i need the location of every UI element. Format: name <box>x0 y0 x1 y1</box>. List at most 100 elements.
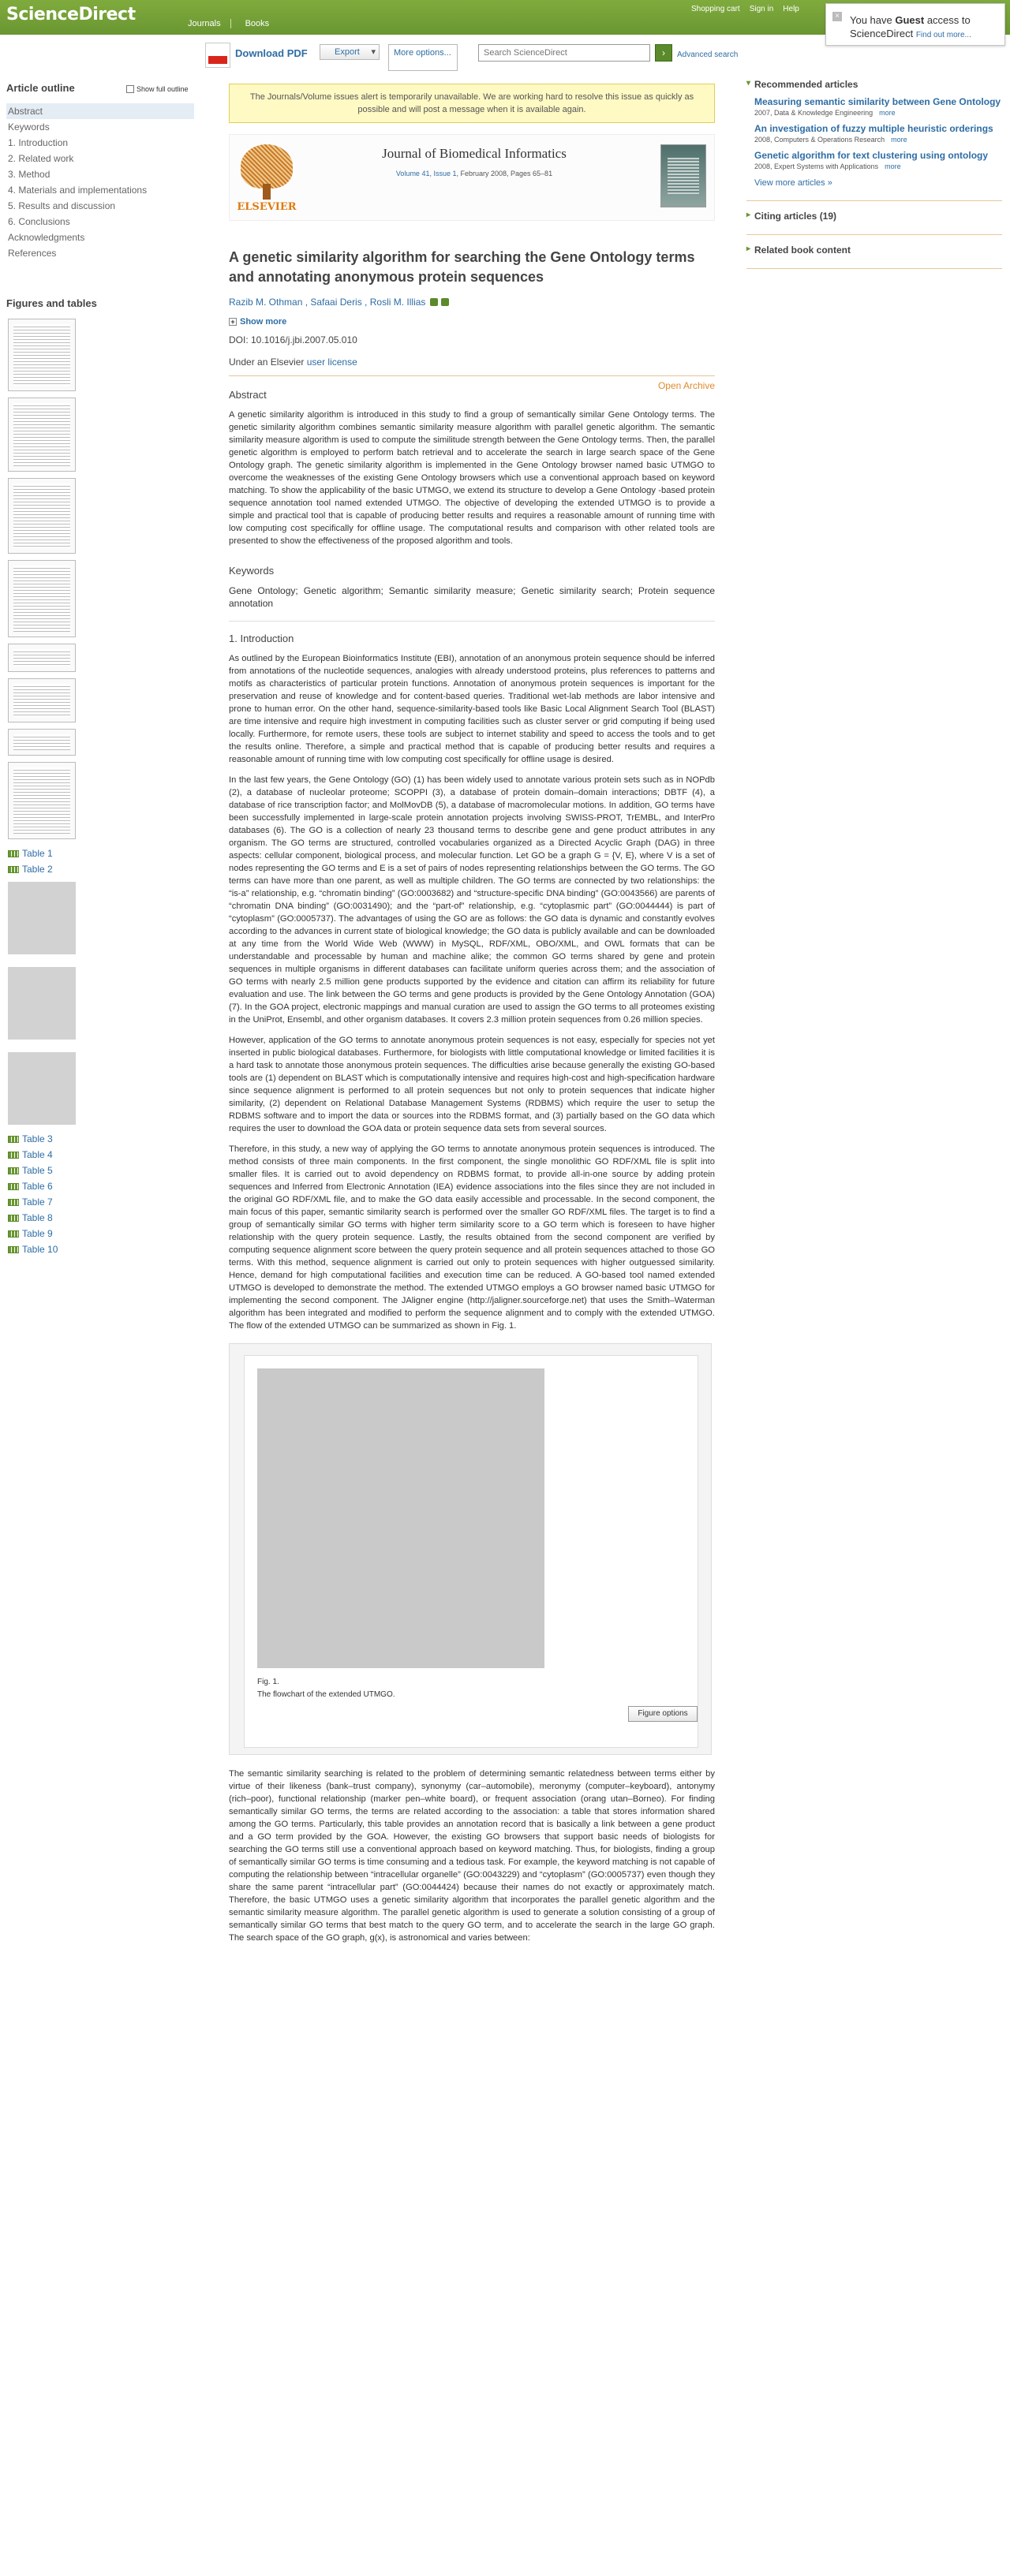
guest-access-notice: × You have Guest access to ScienceDirect… <box>825 3 1005 46</box>
help-link[interactable]: Help <box>783 5 799 13</box>
authors-text[interactable]: Razib M. Othman , Safaai Deris , Rosli M… <box>229 297 425 308</box>
journal-banner: ELSEVIER Journal of Biomedical Informati… <box>229 134 715 221</box>
table-icon <box>8 1246 19 1253</box>
figure-thumbnail[interactable] <box>8 319 76 391</box>
figure-options-button[interactable]: Figure options <box>628 1706 698 1722</box>
more-options-dropdown[interactable]: More options... <box>388 44 458 71</box>
figure-thumbnail[interactable] <box>8 1052 76 1125</box>
outline-item-keywords[interactable]: Keywords <box>6 119 194 135</box>
table-icon <box>8 866 19 873</box>
checkbox-icon[interactable] <box>126 85 134 93</box>
recommended-article: Measuring semantic similarity between Ge… <box>746 96 1002 117</box>
nav-books[interactable]: Books <box>244 19 279 28</box>
table-icon <box>8 1230 19 1238</box>
recommended-article-title[interactable]: Measuring semantic similarity between Ge… <box>754 96 1002 107</box>
table-icon <box>8 850 19 857</box>
table-link[interactable]: Table 3 <box>6 1131 194 1147</box>
outline-item-conclusions[interactable]: 6. Conclusions <box>6 214 194 230</box>
doi-text[interactable]: DOI: 10.1016/j.jbi.2007.05.010 <box>229 334 715 345</box>
table-link[interactable]: Table 9 <box>6 1226 194 1241</box>
find-out-more-link[interactable]: Find out more... <box>916 31 971 39</box>
author-list: Razib M. Othman , Safaai Deris , Rosli M… <box>229 297 715 308</box>
journal-volume: Volume 41, Issue 1, February 2008, Pages… <box>309 170 640 177</box>
recommended-article-title[interactable]: An investigation of fuzzy multiple heuri… <box>754 123 1002 134</box>
show-more-toggle[interactable]: + Show more <box>229 317 715 327</box>
table-link[interactable]: Table 7 <box>6 1194 194 1210</box>
advanced-search-link[interactable]: Advanced search <box>677 50 738 59</box>
user-license-link[interactable]: user license <box>307 357 357 368</box>
outline-item-introduction[interactable]: 1. Introduction <box>6 135 194 151</box>
elsevier-wordmark: ELSEVIER <box>237 201 297 213</box>
elsevier-logo[interactable]: ELSEVIER <box>236 144 297 213</box>
table-icon <box>8 1167 19 1174</box>
article-toolbar: Download PDF Export More options... › Ad… <box>205 39 750 71</box>
view-more-articles-link[interactable]: View more articles » <box>746 178 1002 188</box>
figure-thumbnail[interactable] <box>8 762 76 839</box>
figure-caption: The flowchart of the extended UTMGO. <box>257 1690 395 1699</box>
table-link[interactable]: Table 1 <box>6 846 194 861</box>
export-button[interactable]: Export <box>320 44 380 60</box>
table-link[interactable]: Table 6 <box>6 1178 194 1194</box>
figure-thumbnail[interactable] <box>8 398 76 472</box>
open-archive-label: Open Archive <box>657 380 715 391</box>
recommended-article: Genetic algorithm for text clustering us… <box>746 150 1002 170</box>
show-full-outline-checkbox[interactable]: Show full outline <box>126 85 189 93</box>
more-link[interactable]: more <box>891 136 907 144</box>
recommended-articles-heading[interactable]: Recommended articles <box>746 79 1002 90</box>
figure-thumbnail[interactable] <box>8 560 76 637</box>
download-pdf-link[interactable]: Download PDF <box>235 47 308 59</box>
nav-journals[interactable]: Journals <box>186 19 231 28</box>
figure-thumbnail[interactable] <box>8 478 76 554</box>
license-prefix: Under an Elsevier <box>229 357 307 368</box>
intro-paragraph: In the last few years, the Gene Ontology… <box>229 775 715 1025</box>
table-link[interactable]: Table 5 <box>6 1163 194 1178</box>
volume-issue-link[interactable]: Volume 41, Issue 1 <box>396 170 457 177</box>
table-link[interactable]: Table 4 <box>6 1147 194 1163</box>
divider <box>229 621 715 622</box>
more-link[interactable]: more <box>879 109 896 117</box>
source-text: 2008, Computers & Operations Research <box>754 136 885 144</box>
citing-articles-toggle[interactable]: Citing articles (19) <box>746 211 1002 222</box>
top-nav: Journals Books <box>186 19 279 28</box>
outline-item-abstract[interactable]: Abstract <box>6 103 194 119</box>
outline-item-results[interactable]: 5. Results and discussion <box>6 198 194 214</box>
figure-1-image[interactable] <box>257 1368 544 1668</box>
outline-item-method[interactable]: 3. Method <box>6 166 194 182</box>
journal-cover-image[interactable] <box>660 144 706 207</box>
related-book-content-toggle[interactable]: Related book content <box>746 245 1002 256</box>
table-link[interactable]: Table 2 <box>6 861 194 877</box>
outline-list: Abstract Keywords 1. Introduction 2. Rel… <box>6 103 194 261</box>
search-go-button[interactable]: › <box>655 44 672 62</box>
figure-thumbnail[interactable] <box>8 729 76 756</box>
recommended-article-title[interactable]: Genetic algorithm for text clustering us… <box>754 150 1002 161</box>
sciencedirect-logo[interactable]: ScienceDirect <box>6 5 136 24</box>
journal-title[interactable]: Journal of Biomedical Informatics <box>309 146 640 162</box>
figure-thumbnail[interactable] <box>8 644 76 672</box>
shopping-cart-link[interactable]: Shopping cart <box>691 5 740 13</box>
pdf-icon[interactable] <box>205 43 230 68</box>
more-link[interactable]: more <box>885 162 901 170</box>
figure-thumbnail[interactable] <box>8 967 76 1040</box>
table-link-label: Table 2 <box>22 864 53 875</box>
outline-item-materials[interactable]: 4. Materials and implementations <box>6 182 194 198</box>
figure-label: Fig. 1. <box>257 1678 279 1686</box>
search-input[interactable] <box>478 44 650 62</box>
email-icon[interactable] <box>440 298 449 306</box>
sign-in-link[interactable]: Sign in <box>750 5 774 13</box>
figure-thumbnail[interactable] <box>8 678 76 722</box>
top-links: Shopping cart Sign in Help <box>691 5 799 13</box>
outline-item-acknowledgments[interactable]: Acknowledgments <box>6 230 194 245</box>
show-more-label: Show more <box>240 317 287 327</box>
figure-thumbnail[interactable] <box>8 882 76 954</box>
table-link-label: Table 7 <box>22 1197 53 1208</box>
outline-item-related-work[interactable]: 2. Related work <box>6 151 194 166</box>
recommended-article-source: 2007, Data & Knowledge Engineering more <box>754 109 1002 117</box>
intro-paragraph: However, application of the GO terms to … <box>229 1036 715 1133</box>
table-link[interactable]: Table 8 <box>6 1210 194 1226</box>
divider <box>746 268 1002 269</box>
table-link[interactable]: Table 10 <box>6 1241 194 1257</box>
intro-paragraph: As outlined by the European Bioinformati… <box>229 654 715 764</box>
outline-item-references[interactable]: References <box>6 245 194 261</box>
person-icon[interactable] <box>429 298 438 306</box>
close-icon[interactable]: × <box>832 12 842 21</box>
